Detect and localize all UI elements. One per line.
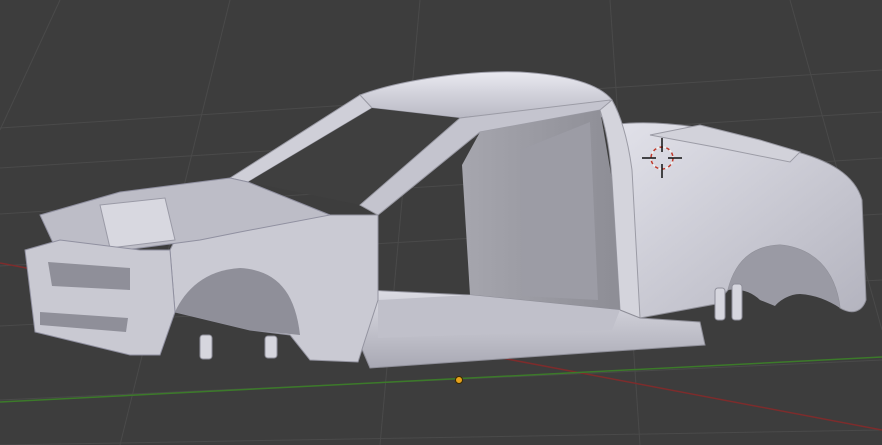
- object-origin-icon[interactable]: [455, 376, 463, 384]
- strut-tower: [99, 197, 176, 249]
- car-body-mesh[interactable]: [24, 71, 867, 369]
- 3d-viewport[interactable]: [0, 0, 882, 445]
- viewport-canvas[interactable]: [0, 0, 882, 445]
- y-axis-line: [0, 356, 882, 403]
- interior-seat-wall: [520, 122, 598, 300]
- front-nose-frame: [24, 239, 176, 356]
